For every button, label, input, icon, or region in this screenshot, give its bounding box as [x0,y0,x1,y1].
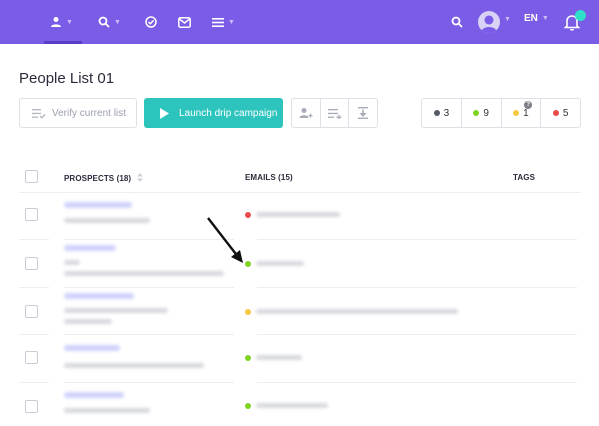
nav-search-menu[interactable]: ▼ [98,12,121,32]
download-icon [358,107,369,119]
active-nav-indicator [44,41,82,44]
verify-list-button[interactable]: Verify current list [19,98,137,128]
page-title: People List 01 [19,70,115,87]
status-count: 3 [443,107,450,119]
prospect-details [64,319,112,324]
status-filter-valid[interactable]: 9 [462,99,502,127]
row-divider [19,239,49,240]
prospect-name-link[interactable] [64,293,134,299]
download-button[interactable] [349,99,377,127]
menu-icon [212,17,224,27]
add-to-list-button[interactable] [321,99,350,127]
row-divider [19,382,49,383]
mail-icon [178,16,191,28]
verify-list-label: Verify current list [52,107,126,119]
annotation-arrow [207,217,243,263]
global-search-button[interactable] [451,12,463,32]
email-address [256,355,302,360]
row-divider [257,382,577,383]
status-count: 1 [523,107,529,119]
email-status-dot [245,355,251,361]
column-header-prospects[interactable]: PROSPECTS (18) [64,173,143,183]
row-divider [257,334,577,335]
list-check-icon [32,108,46,119]
row-divider [19,287,49,288]
nav-people-menu[interactable]: ▼ [50,12,73,32]
add-to-list-icon [327,108,341,119]
sort-icon [136,173,143,182]
nav-mail[interactable] [178,12,191,32]
add-prospect-button[interactable] [292,99,321,127]
notification-indicator [575,10,586,21]
prospect-details [64,260,80,265]
list-actions-group [291,98,378,128]
row-divider [19,334,49,335]
nav-more-menu[interactable]: ▼ [212,12,235,32]
launch-drip-campaign-button[interactable]: Launch drip campaign [144,98,283,128]
status-filter-risky[interactable]: 1 ? [502,99,542,127]
chevron-down-icon: ▼ [66,18,73,26]
email-address [256,261,304,266]
language-label: EN [524,13,538,24]
email-status-dot [245,403,251,409]
status-filter-unverified[interactable]: 3 [422,99,462,127]
person-icon [51,17,61,27]
prospect-details [64,363,204,368]
search-icon [451,16,463,28]
column-header-emails[interactable]: EMAILS (15) [245,173,293,182]
chevron-down-icon: ▼ [228,18,235,26]
row-checkbox[interactable] [25,257,38,270]
check-circle-icon [145,16,157,28]
row-divider [64,334,234,335]
chevron-down-icon: ▼ [541,15,549,22]
status-dot [513,110,520,116]
row-divider [64,287,234,288]
help-badge[interactable]: ? [524,101,533,109]
status-count: 5 [562,107,569,119]
prospect-name-link[interactable] [64,392,124,398]
prospect-name-link[interactable] [64,245,116,251]
status-dot [552,110,559,116]
launch-drip-campaign-label: Launch drip campaign [179,107,278,119]
prospect-name-link[interactable] [64,202,132,208]
email-address [256,403,328,408]
status-dot [433,110,440,116]
language-selector[interactable]: EN ▼ [524,13,549,24]
status-count: 9 [483,107,489,119]
prospect-details [64,271,224,276]
email-status-dot [245,309,251,315]
row-divider [257,287,577,288]
row-divider [64,382,234,383]
row-checkbox[interactable] [25,208,38,221]
prospect-details [64,408,150,413]
row-checkbox[interactable] [25,400,38,413]
email-status-filters: 3 9 1 ? 5 [421,98,581,128]
prospect-details [64,218,150,223]
play-icon [160,107,169,119]
prospect-details [64,308,168,313]
top-navigation-bar: ▼ ▼ ▼ ▼ EN ▼ [0,0,599,44]
avatar[interactable] [478,11,500,33]
row-checkbox[interactable] [25,351,38,364]
header-divider [19,192,581,193]
select-all-checkbox[interactable] [25,170,38,183]
status-dot [473,110,480,116]
email-address [256,212,340,217]
chevron-down-icon: ▼ [114,18,121,26]
chevron-down-icon: ▼ [504,16,511,23]
nav-tasks[interactable] [145,12,157,32]
user-avatar-icon [481,15,497,33]
row-checkbox[interactable] [25,305,38,318]
email-address [256,309,458,314]
column-header-prospects-label: PROSPECTS (18) [64,174,132,183]
status-filter-invalid[interactable]: 5 [541,99,580,127]
column-header-tags[interactable]: TAGS [513,173,535,182]
prospect-name-link[interactable] [64,345,120,351]
search-icon [98,16,110,28]
add-person-icon [299,108,313,118]
row-divider [257,239,577,240]
